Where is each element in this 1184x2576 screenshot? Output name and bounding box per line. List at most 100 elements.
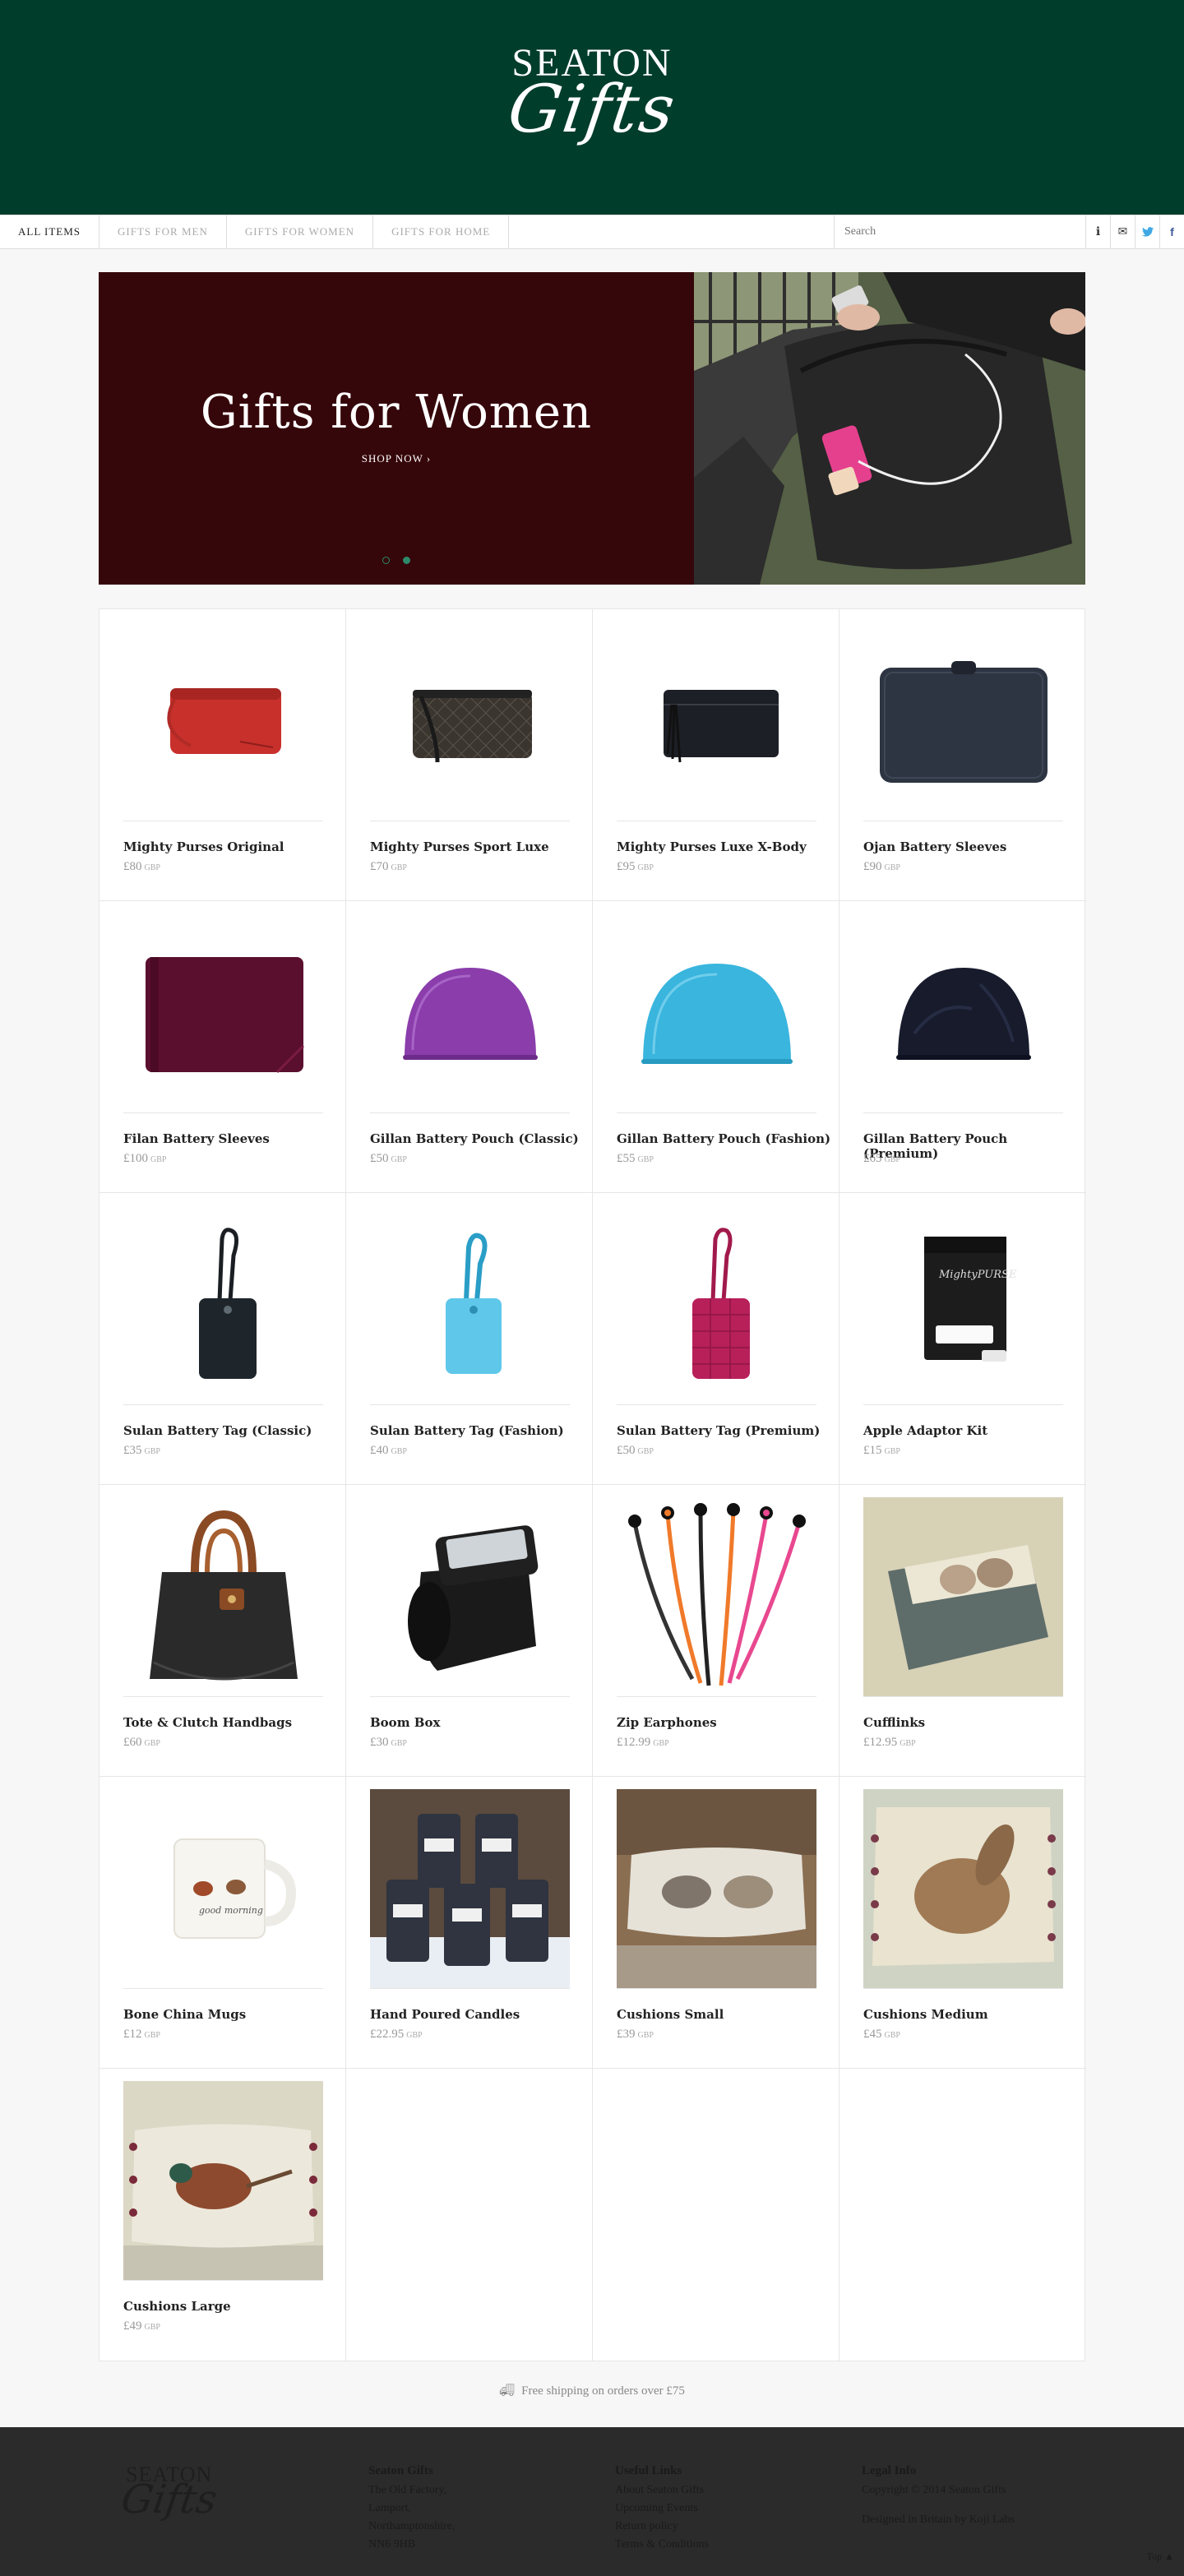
hero-title: Gifts for Women <box>200 386 593 439</box>
product-image: good morning <box>123 1789 323 1989</box>
hero-pagination <box>99 557 694 564</box>
nav-icon-group: ℹ ✉ f <box>1085 215 1184 248</box>
footer-logo-script: Gifts <box>118 2477 220 2523</box>
product-card[interactable]: MightyPURSE Apple Adaptor Kit £15 GBP <box>839 1193 1086 1485</box>
product-name: Bone China Mugs <box>123 2007 247 2022</box>
hero-dot-2[interactable] <box>403 557 410 564</box>
site-footer: SEATON Gifts Seaton Gifts The Old Factor… <box>0 2427 1184 2576</box>
product-card[interactable]: Filan Battery Sleeves £100 GBP <box>99 901 346 1193</box>
product-card[interactable]: Tote & Clutch Handbags £60 GBP <box>99 1485 346 1777</box>
address-line: Northamptonshire, <box>368 2520 456 2532</box>
twitter-icon[interactable] <box>1135 215 1159 248</box>
footer-address: Seaton Gifts The Old Factory, Lamport, N… <box>368 2462 455 2554</box>
product-card[interactable]: Mighty Purses Sport Luxe £70 GBP <box>346 609 593 901</box>
footer-link-about[interactable]: About Seaton Gifts <box>615 2481 709 2500</box>
hero-dot-1[interactable] <box>382 557 390 564</box>
svg-text:good morning: good morning <box>199 1905 263 1916</box>
product-card[interactable]: Sulan Battery Tag (Premium) £50 GBP <box>593 1193 839 1485</box>
product-card[interactable]: Boom Box £30 GBP <box>346 1485 593 1777</box>
product-name: Cushions Large <box>123 2299 231 2314</box>
footer-link-events[interactable]: Upcoming Events <box>615 2500 709 2518</box>
product-name: Cufflinks <box>863 1715 926 1730</box>
site-header: SEATON Gifts <box>0 0 1184 215</box>
product-card[interactable]: Gillan Battery Pouch (Fashion) £55 GBP <box>593 901 839 1193</box>
product-card[interactable]: Mighty Purses Luxe X-Body £95 GBP <box>593 609 839 901</box>
product-card[interactable]: Gillan Battery Pouch (Premium) £65 GBP <box>839 901 1086 1193</box>
footer-link-returns[interactable]: Return policy <box>615 2518 709 2536</box>
main-nav: ALL ITEMS GIFTS FOR MEN GIFTS FOR WOMEN … <box>0 215 1184 249</box>
footer-link-terms[interactable]: Terms & Conditions <box>615 2536 709 2554</box>
address-line: Lamport, <box>368 2502 411 2514</box>
product-name: Cushions Small <box>617 2007 724 2022</box>
product-price: £12.99 GBP <box>617 1736 669 1749</box>
address-line: NN6 9HB <box>368 2538 416 2551</box>
nav-all-items[interactable]: ALL ITEMS <box>0 215 100 248</box>
product-price: £95 GBP <box>617 860 654 873</box>
product-image <box>863 1497 1063 1697</box>
site-logo[interactable]: SEATON Gifts <box>0 41 1184 147</box>
product-card[interactable]: Hand Poured Candles £22.95 GBP <box>346 1777 593 2069</box>
product-name: Boom Box <box>370 1715 441 1730</box>
product-price: £45 GBP <box>863 2028 900 2041</box>
truck-icon: 🚚︎ <box>499 2383 516 2398</box>
product-name: Sulan Battery Tag (Fashion) <box>370 1423 564 1438</box>
product-price: £55 GBP <box>617 1152 654 1165</box>
product-price: £22.95 GBP <box>370 2028 423 2041</box>
nav-gifts-for-men[interactable]: GIFTS FOR MEN <box>99 215 227 248</box>
product-card[interactable]: Cufflinks £12.95 GBP <box>839 1485 1086 1777</box>
product-card[interactable]: good morning Bone China Mugs £12 GBP <box>99 1777 346 2069</box>
product-price: £12 GBP <box>123 2028 160 2041</box>
product-name: Gillan Battery Pouch (Classic) <box>370 1131 579 1146</box>
product-image <box>370 622 570 821</box>
product-name: Sulan Battery Tag (Premium) <box>617 1423 821 1438</box>
product-name: Filan Battery Sleeves <box>123 1131 270 1146</box>
product-grid: Mighty Purses Original £80 GBP Mighty Pur… <box>99 608 1086 2361</box>
product-price: £70 GBP <box>370 860 407 873</box>
product-image <box>617 622 816 821</box>
product-name: Ojan Battery Sleeves <box>863 839 1007 854</box>
product-price: £49 GBP <box>123 2319 160 2333</box>
product-image <box>370 1789 570 1989</box>
footer-useful-links: Useful Links About Seaton Gifts Upcoming… <box>615 2462 709 2554</box>
hero-text-panel: Gifts for Women SHOP NOW › <box>99 272 694 585</box>
product-price: £100 GBP <box>123 1152 167 1165</box>
product-card[interactable]: Gillan Battery Pouch (Classic) £50 GBP <box>346 901 593 1193</box>
product-name: Apple Adaptor Kit <box>863 1423 988 1438</box>
shipping-notice: 🚚︎ Free shipping on orders over £75 <box>0 2383 1184 2398</box>
hero-banner[interactable]: Gifts for Women SHOP NOW › <box>99 272 1085 585</box>
product-image <box>617 1205 816 1405</box>
product-image <box>370 1497 570 1697</box>
product-card[interactable]: Sulan Battery Tag (Classic) £35 GBP <box>99 1193 346 1485</box>
address-line: The Old Factory, <box>368 2484 447 2496</box>
product-card[interactable]: Cushions Large £49 GBP <box>99 2069 346 2361</box>
footer-credit-link[interactable]: Designed in Britain by Koji Labs <box>862 2511 1015 2529</box>
search-input[interactable] <box>834 215 1039 248</box>
nav-gifts-for-home[interactable]: GIFTS FOR HOME <box>373 215 510 248</box>
product-name: Cushions Medium <box>863 2007 988 2022</box>
product-price: £50 GBP <box>370 1152 407 1165</box>
product-name: Sulan Battery Tag (Classic) <box>123 1423 312 1438</box>
product-card[interactable]: Ojan Battery Sleeves £90 GBP <box>839 609 1086 901</box>
hero-shop-now-link[interactable]: SHOP NOW › <box>99 452 694 465</box>
envelope-icon[interactable]: ✉ <box>1110 215 1135 248</box>
product-name: Mighty Purses Original <box>123 839 284 854</box>
product-price: £50 GBP <box>617 1444 654 1457</box>
product-name: Mighty Purses Sport Luxe <box>370 839 549 854</box>
back-to-top-link[interactable]: Top ▲ <box>1147 2551 1174 2563</box>
product-price: £40 GBP <box>370 1444 407 1457</box>
footer-logo[interactable]: SEATON Gifts <box>118 2463 220 2523</box>
footer-useful-title: Useful Links <box>615 2464 682 2477</box>
facebook-icon[interactable]: f <box>1159 215 1184 248</box>
product-card[interactable]: Zip Earphones £12.99 GBP <box>593 1485 839 1777</box>
product-name: Zip Earphones <box>617 1715 717 1730</box>
product-card[interactable]: Cushions Medium £45 GBP <box>839 1777 1086 2069</box>
product-card[interactable]: Sulan Battery Tag (Fashion) £40 GBP <box>346 1193 593 1485</box>
product-image <box>370 913 570 1113</box>
nav-gifts-for-women[interactable]: GIFTS FOR WOMEN <box>227 215 374 248</box>
shipping-text: Free shipping on orders over £75 <box>521 2384 685 2398</box>
product-card[interactable]: Cushions Small £39 GBP <box>593 1777 839 2069</box>
product-image <box>123 913 323 1113</box>
logo-script: Gifts <box>503 71 681 147</box>
info-icon[interactable]: ℹ <box>1085 215 1110 248</box>
product-card[interactable]: Mighty Purses Original £80 GBP <box>99 609 346 901</box>
